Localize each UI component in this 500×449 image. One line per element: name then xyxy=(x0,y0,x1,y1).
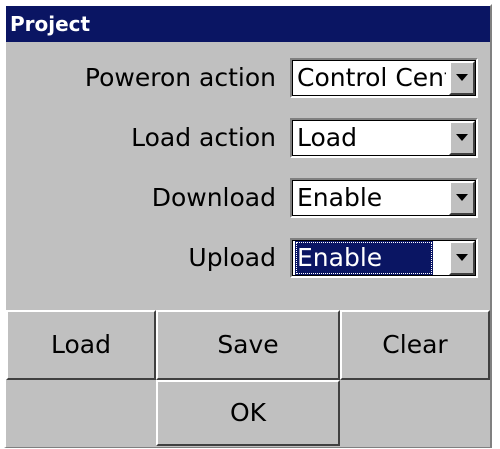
load-action-label: Load action xyxy=(131,123,276,152)
download-dropdown-button[interactable] xyxy=(449,181,475,215)
poweron-action-dropdown-button[interactable] xyxy=(449,61,475,95)
upload-dropdown-button[interactable] xyxy=(449,241,475,275)
download-value: Enable xyxy=(297,183,383,212)
load-action-value: Load xyxy=(297,123,357,152)
load-button[interactable]: Load xyxy=(6,310,156,380)
chevron-down-icon xyxy=(456,134,468,141)
ok-button[interactable]: OK xyxy=(156,380,340,446)
clear-button[interactable]: Clear xyxy=(340,310,490,380)
chevron-down-icon xyxy=(456,254,468,261)
chevron-down-icon xyxy=(456,74,468,81)
download-select[interactable]: Enable xyxy=(290,178,478,218)
save-button[interactable]: Save xyxy=(156,310,340,380)
download-label: Download xyxy=(151,183,276,212)
project-dialog: Project Poweron action Control Center Lo… xyxy=(4,4,492,448)
load-action-select[interactable]: Load xyxy=(290,118,478,158)
load-action-row: Load action Load xyxy=(6,116,490,160)
poweron-action-label: Poweron action xyxy=(84,63,276,92)
upload-select[interactable]: Enable xyxy=(290,238,478,278)
download-row: Download Enable xyxy=(6,176,490,220)
poweron-action-select[interactable]: Control Center xyxy=(290,58,478,98)
poweron-action-row: Poweron action Control Center xyxy=(6,56,490,100)
load-action-dropdown-button[interactable] xyxy=(449,121,475,155)
dialog-title: Project xyxy=(6,6,490,42)
upload-value: Enable xyxy=(295,241,433,275)
chevron-down-icon xyxy=(456,194,468,201)
upload-label: Upload xyxy=(188,243,276,272)
upload-row: Upload Enable xyxy=(6,236,490,280)
poweron-action-value: Control Center xyxy=(297,63,446,92)
